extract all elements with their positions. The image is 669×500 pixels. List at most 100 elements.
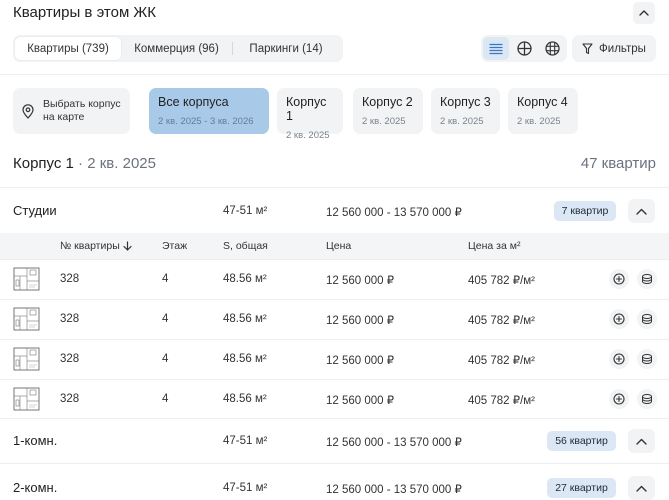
cell-price: 12 560 000 ₽: [326, 275, 395, 287]
column-header-price[interactable]: Цена: [326, 240, 351, 252]
cell-area: 48.56 м²: [223, 353, 267, 365]
column-header-area[interactable]: S, общая: [223, 240, 268, 252]
building-name: Корпус 4: [517, 95, 568, 109]
group-price-range: 12 560 000 - 13 570 000 ₽: [326, 484, 462, 496]
floor-plan-thumbnail[interactable]: [13, 266, 40, 292]
section-subtitle: · 2 кв. 2025: [73, 155, 156, 172]
cell-floor: 4: [162, 273, 169, 285]
compare-button[interactable]: [609, 309, 629, 329]
grid-view-button[interactable]: [511, 37, 537, 60]
cell-number: 328: [60, 313, 80, 325]
building-card-all[interactable]: Все корпуса 2 кв. 2025 - 3 кв. 2026: [149, 88, 269, 134]
group-price-range: 12 560 000 - 13 570 000 ₽: [326, 207, 462, 219]
arrow-down-icon: [123, 241, 132, 251]
building-card-2[interactable]: Корпус 2 2 кв. 2025: [353, 88, 423, 134]
tab-commercial[interactable]: Коммерция (96): [121, 37, 232, 60]
building-period: 2 кв. 2025: [517, 116, 561, 127]
building-period: 2 кв. 2025: [440, 116, 484, 127]
favorite-button[interactable]: [637, 309, 657, 329]
cell-floor: 4: [162, 353, 169, 365]
list-view-button[interactable]: [483, 37, 509, 60]
page-title: Квартиры в этом ЖК: [13, 4, 157, 21]
group-count-badge: 7 квартир: [554, 201, 616, 221]
cell-price-per-m2: 405 782 ₽/м²: [468, 395, 536, 407]
chevron-up-icon: [636, 485, 647, 492]
group-area-range: 47-51 м²: [223, 482, 268, 494]
stack-icon: [642, 274, 652, 285]
select-building-on-map-button[interactable]: Выбрать корпус на карте: [13, 88, 130, 134]
section-divider: [0, 187, 669, 188]
row-divider: [0, 339, 669, 340]
category-tabs: Квартиры (739) Коммерция (96) Паркинги (…: [13, 35, 343, 62]
chevron-up-icon: [636, 208, 647, 215]
cell-price: 12 560 000 ₽: [326, 395, 395, 407]
column-header-number[interactable]: № квартиры: [60, 240, 132, 252]
cell-price-per-m2: 405 782 ₽/м²: [468, 355, 536, 367]
expand-group-button[interactable]: [628, 476, 655, 500]
favorite-button[interactable]: [637, 269, 657, 289]
plus-circle-icon: [613, 393, 625, 405]
floor-plan-thumbnail[interactable]: [13, 306, 40, 332]
group-label-studios: Студии: [13, 203, 57, 218]
group-count-badge: 56 квартир: [547, 431, 616, 451]
row-divider: [0, 299, 669, 300]
cell-area: 48.56 м²: [223, 273, 267, 285]
cell-price-per-m2: 405 782 ₽/м²: [468, 275, 536, 287]
collapse-group-button[interactable]: [628, 199, 655, 223]
tab-apartments[interactable]: Квартиры (739): [15, 37, 121, 60]
cell-number: 328: [60, 393, 80, 405]
building-name: Корпус 1: [286, 95, 327, 123]
favorite-button[interactable]: [637, 349, 657, 369]
column-header-floor[interactable]: Этаж: [162, 240, 187, 252]
stack-icon: [642, 314, 652, 325]
floor-plan-thumbnail[interactable]: [13, 386, 40, 412]
chevron-up-icon: [639, 10, 649, 16]
cell-price: 12 560 000 ₽: [326, 355, 395, 367]
list-icon: [489, 43, 503, 54]
stack-icon: [642, 394, 652, 405]
cell-floor: 4: [162, 393, 169, 405]
building-card-4[interactable]: Корпус 4 2 кв. 2025: [508, 88, 578, 134]
building-period: 2 кв. 2025: [362, 116, 406, 127]
expand-group-button[interactable]: [628, 429, 655, 453]
chessboard-icon: [544, 41, 560, 56]
group-area-range: 47-51 м²: [223, 205, 268, 217]
floor-view-button[interactable]: [539, 37, 565, 60]
row-divider: [0, 259, 669, 260]
collapse-section-button[interactable]: [633, 2, 655, 24]
section-title: Корпус 1 · 2 кв. 2025: [13, 155, 156, 172]
building-period: 2 кв. 2025 - 3 кв. 2026: [158, 116, 254, 127]
map-pin-icon: [22, 103, 34, 119]
cell-floor: 4: [162, 313, 169, 325]
compare-button[interactable]: [609, 349, 629, 369]
grid-icon: [516, 41, 532, 56]
building-name: Корпус 3: [440, 95, 491, 109]
header-divider: [0, 74, 669, 75]
building-card-3[interactable]: Корпус 3 2 кв. 2025: [431, 88, 500, 134]
compare-button[interactable]: [609, 269, 629, 289]
filters-label: Фильтры: [599, 42, 646, 55]
row-divider: [0, 379, 669, 380]
group-label-2-room: 2-комн.: [13, 480, 58, 495]
group-price-range: 12 560 000 - 13 570 000 ₽: [326, 437, 462, 449]
column-header-price-per-m2[interactable]: Цена за м²: [468, 240, 520, 252]
section-apartment-count: 47 квартир: [580, 155, 656, 172]
group-label-1-room: 1-комн.: [13, 433, 58, 448]
filters-button[interactable]: Фильтры: [572, 35, 656, 62]
plus-circle-icon: [613, 353, 625, 365]
building-card-1[interactable]: Корпус 1 2 кв. 2025: [277, 88, 343, 141]
compare-button[interactable]: [609, 389, 629, 409]
cell-number: 328: [60, 273, 80, 285]
cell-price: 12 560 000 ₽: [326, 315, 395, 327]
floor-plan-thumbnail[interactable]: [13, 346, 40, 372]
map-label: Выбрать корпус на карте: [43, 98, 121, 123]
group-divider: [0, 463, 669, 464]
tab-parking[interactable]: Паркинги (14): [233, 37, 339, 60]
plus-circle-icon: [613, 313, 625, 325]
building-name: Корпус 2: [362, 95, 413, 109]
cell-number: 328: [60, 353, 80, 365]
cell-price-per-m2: 405 782 ₽/м²: [468, 315, 536, 327]
favorite-button[interactable]: [637, 389, 657, 409]
cell-area: 48.56 м²: [223, 313, 267, 325]
view-mode-toggle: [481, 35, 567, 62]
